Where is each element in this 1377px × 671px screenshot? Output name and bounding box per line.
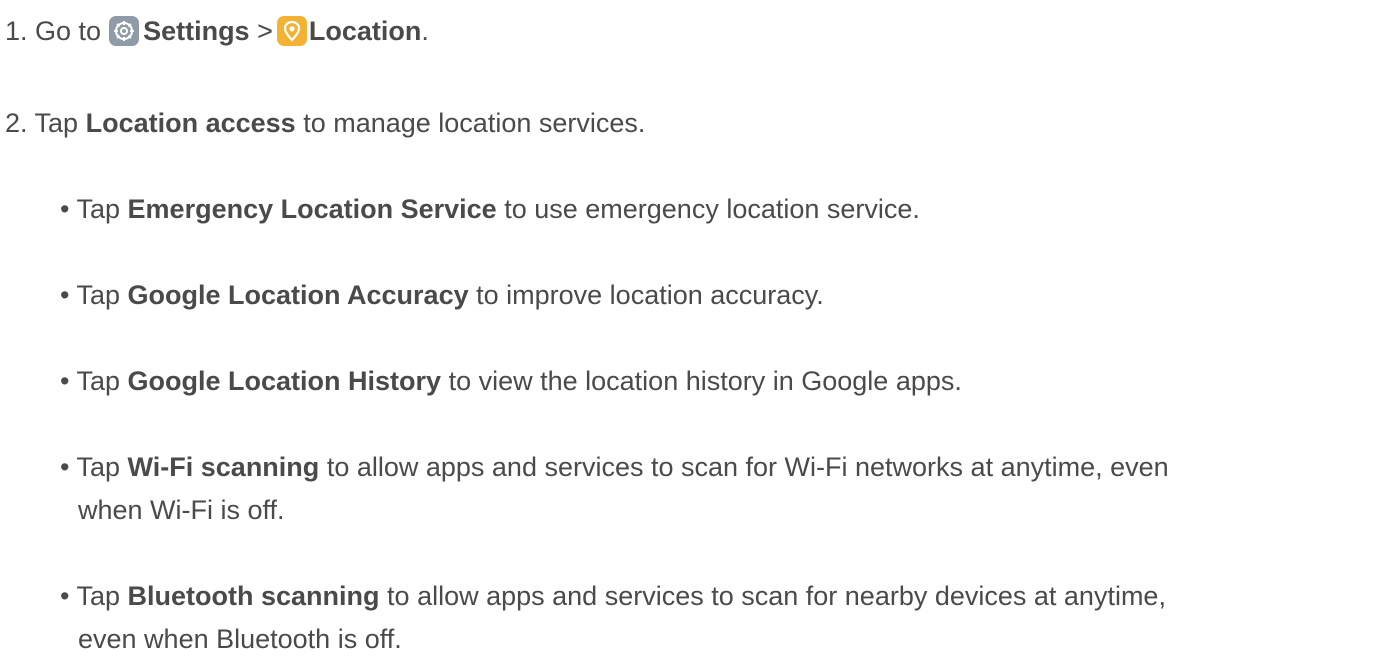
bullet-prefix: Tap <box>76 452 121 482</box>
bullet-prefix: Tap <box>76 194 121 224</box>
bullet-marker: • <box>60 366 70 396</box>
step-1: 1. Go to Settings > Location. <box>5 13 429 49</box>
bullet-marker: • <box>60 452 70 482</box>
bullet-suffix: to view the location history in Google a… <box>448 366 962 396</box>
bullet-bold: Bluetooth scanning <box>127 581 380 611</box>
bullet-marker: • <box>60 194 70 224</box>
settings-gear-icon <box>109 16 140 46</box>
bullet-bold: Wi-Fi scanning <box>127 452 320 482</box>
location-pin-icon <box>276 16 307 46</box>
step-1-prefix: 1. Go to <box>5 16 102 46</box>
bullet-bluetooth-scanning-continuation: even when Bluetooth is off. <box>78 624 402 654</box>
bullet-marker: • <box>60 581 70 611</box>
bullet-emergency-location: • Tap Emergency Location Service to use … <box>60 191 920 227</box>
step-2-suffix: to manage location services. <box>303 108 646 138</box>
bullet-suffix: to improve location accuracy. <box>476 280 824 310</box>
bullet-prefix: Tap <box>76 280 121 310</box>
step-1-suffix: . <box>421 16 429 46</box>
settings-label: Settings <box>143 16 250 46</box>
bullet-google-location-history: • Tap Google Location History to view th… <box>60 363 962 399</box>
bullet-suffix: to use emergency location service. <box>504 194 920 224</box>
location-label: Location <box>308 16 422 46</box>
step-2: 2. Tap Location access to manage locatio… <box>5 105 645 141</box>
bullet-wifi-scanning-continuation: when Wi-Fi is off. <box>78 495 285 525</box>
bullet-suffix: to allow apps and services to scan for W… <box>326 452 1169 482</box>
bullet-prefix: Tap <box>76 366 121 396</box>
bullet-wifi-scanning: • Tap Wi-Fi scanning to allow apps and s… <box>60 449 1169 485</box>
bullet-bold: Google Location Accuracy <box>127 280 469 310</box>
bullet-bold: Emergency Location Service <box>127 194 497 224</box>
bullet-marker: • <box>60 280 70 310</box>
bullet-suffix: to allow apps and services to scan for n… <box>387 581 1166 611</box>
step-2-prefix: 2. Tap <box>5 108 79 138</box>
bullet-google-location-accuracy: • Tap Google Location Accuracy to improv… <box>60 277 824 313</box>
bullet-prefix: Tap <box>76 581 121 611</box>
breadcrumb-separator: > <box>257 16 273 46</box>
bullet-bold: Google Location History <box>127 366 442 396</box>
bullet-bluetooth-scanning: • Tap Bluetooth scanning to allow apps a… <box>60 578 1166 614</box>
step-2-bold: Location access <box>85 108 296 138</box>
